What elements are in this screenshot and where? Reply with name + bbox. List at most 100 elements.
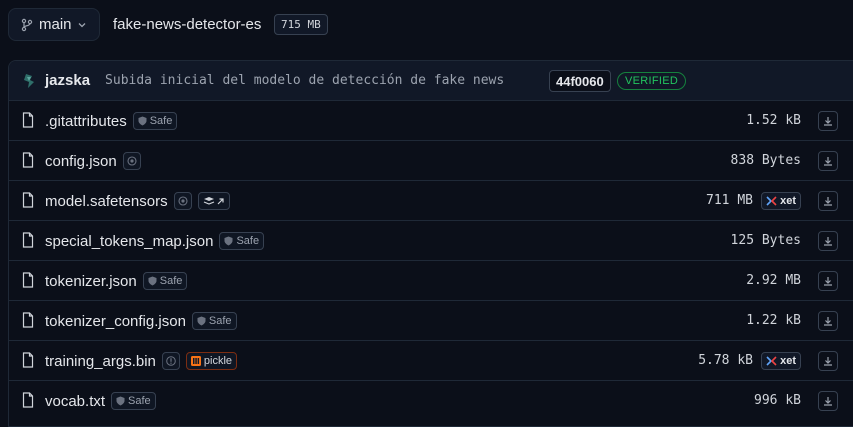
file-name: config.json — [45, 152, 117, 170]
file-icon — [22, 152, 34, 173]
file-link[interactable]: training_args.bin pickle — [45, 352, 238, 370]
download-button[interactable] — [818, 231, 838, 251]
file-link[interactable]: special_tokens_map.json Safe — [45, 232, 265, 250]
file-link[interactable]: vocab.txt Safe — [45, 392, 156, 410]
file-size: 2.92 MB — [746, 273, 801, 288]
scan-badge[interactable] — [122, 152, 141, 170]
download-icon — [823, 156, 833, 166]
file-name: model.safetensors — [45, 192, 168, 210]
file-link[interactable]: tokenizer_config.json Safe — [45, 312, 237, 330]
commit-message[interactable]: Subida inicial del modelo de detección d… — [105, 73, 504, 88]
safe-badge[interactable]: Safe — [191, 312, 237, 330]
file-name: vocab.txt — [45, 392, 106, 410]
repo-size-badge: 715 MB — [274, 14, 328, 35]
chevron-down-icon — [78, 22, 85, 27]
file-icon — [22, 392, 34, 413]
xet-badge[interactable]: xet — [761, 192, 801, 210]
file-row[interactable]: tokenizer.json Safe 2.92 MB — [9, 261, 853, 301]
safe-badge[interactable]: Safe — [219, 232, 265, 250]
safe-badge-label: Safe — [149, 115, 173, 127]
safe-badge-label: Safe — [159, 275, 183, 287]
pickle-badge-label: pickle — [203, 355, 233, 367]
file-icon — [22, 112, 34, 133]
file-size: 996 kB — [754, 393, 801, 408]
file-link[interactable]: model.safetensors — [45, 192, 230, 210]
file-row[interactable]: special_tokens_map.json Safe 125 Bytes — [9, 221, 853, 261]
file-size: 1.52 kB — [746, 113, 801, 128]
safe-badge-label: Safe — [128, 395, 151, 407]
xet-badge-label: xet — [780, 355, 796, 367]
file-row[interactable]: .gitattributes Safe 1.52 kB — [9, 101, 853, 141]
file-name: training_args.bin — [45, 352, 156, 370]
shield-icon — [116, 396, 125, 406]
shield-icon — [224, 236, 233, 246]
file-icon — [22, 312, 34, 333]
xet-icon — [766, 196, 777, 206]
git-branch-icon — [21, 18, 33, 31]
file-row[interactable]: training_args.bin pickle 5.78 kB xet — [9, 341, 853, 381]
warning-icon — [166, 356, 176, 366]
shield-icon — [138, 116, 147, 126]
download-icon — [823, 356, 833, 366]
pickle-icon — [190, 356, 201, 366]
file-link[interactable]: tokenizer.json Safe — [45, 272, 188, 290]
scan-icon — [127, 156, 137, 166]
file-rows: .gitattributes Safe 1.52 kB config.json 8… — [9, 101, 853, 421]
download-icon — [823, 236, 833, 246]
download-icon — [823, 196, 833, 206]
repo-name: fake-news-detector-es — [113, 16, 262, 33]
file-name: .gitattributes — [45, 112, 127, 130]
file-row[interactable]: tokenizer_config.json Safe 1.22 kB — [9, 301, 853, 341]
safe-badge-label: Safe — [236, 235, 260, 247]
download-button[interactable] — [818, 351, 838, 371]
shield-icon — [197, 316, 206, 326]
download-button[interactable] — [818, 391, 838, 411]
file-row[interactable]: vocab.txt Safe 996 kB — [9, 381, 853, 421]
xet-icon — [766, 356, 777, 366]
file-link[interactable]: .gitattributes Safe — [45, 112, 178, 130]
branch-label: main — [39, 16, 72, 33]
scan-warning-badge[interactable] — [161, 352, 180, 370]
branch-selector[interactable]: main — [8, 8, 100, 41]
file-size: 838 Bytes — [730, 153, 801, 168]
file-name: tokenizer.json — [45, 272, 137, 290]
scan-badge[interactable] — [173, 192, 192, 210]
scan-icon — [178, 196, 188, 206]
download-button[interactable] — [818, 271, 838, 291]
file-name: tokenizer_config.json — [45, 312, 186, 330]
repo-header: main fake-news-detector-es 715 MB — [0, 0, 853, 50]
verified-badge: VERIFIED — [617, 72, 687, 90]
commit-author[interactable]: jazska — [45, 72, 90, 89]
file-icon — [22, 232, 34, 253]
safe-badge[interactable]: Safe — [142, 272, 188, 290]
file-size: 125 Bytes — [730, 233, 801, 248]
safe-badge-label: Safe — [208, 315, 232, 327]
pickle-badge[interactable]: pickle — [185, 352, 238, 370]
file-row[interactable]: model.safetensors 711 MB xet — [9, 181, 853, 221]
download-icon — [823, 276, 833, 286]
safe-badge[interactable]: Safe — [111, 392, 156, 410]
shield-icon — [148, 276, 157, 286]
download-icon — [823, 396, 833, 406]
file-icon — [22, 352, 34, 373]
download-icon — [823, 316, 833, 326]
download-button[interactable] — [818, 191, 838, 211]
file-row[interactable]: config.json 838 Bytes — [9, 141, 853, 181]
last-commit-bar: jazska Subida inicial del modelo de dete… — [9, 61, 853, 101]
xet-badge-label: xet — [780, 195, 796, 207]
xet-badge[interactable]: xet — [761, 352, 801, 370]
download-button[interactable] — [818, 111, 838, 131]
file-size: 711 MB — [706, 193, 753, 208]
user-avatar-icon[interactable] — [22, 73, 36, 89]
file-list-panel: jazska Subida inicial del modelo de dete… — [8, 60, 853, 427]
file-link[interactable]: config.json — [45, 152, 141, 170]
file-icon — [22, 192, 34, 213]
commit-hash[interactable]: 44f0060 — [549, 70, 611, 92]
safe-badge[interactable]: Safe — [132, 112, 178, 130]
tensor-viewer-link[interactable] — [197, 192, 230, 210]
file-name: special_tokens_map.json — [45, 232, 214, 250]
download-button[interactable] — [818, 311, 838, 331]
file-icon — [22, 272, 34, 293]
file-size: 1.22 kB — [746, 313, 801, 328]
download-button[interactable] — [818, 151, 838, 171]
